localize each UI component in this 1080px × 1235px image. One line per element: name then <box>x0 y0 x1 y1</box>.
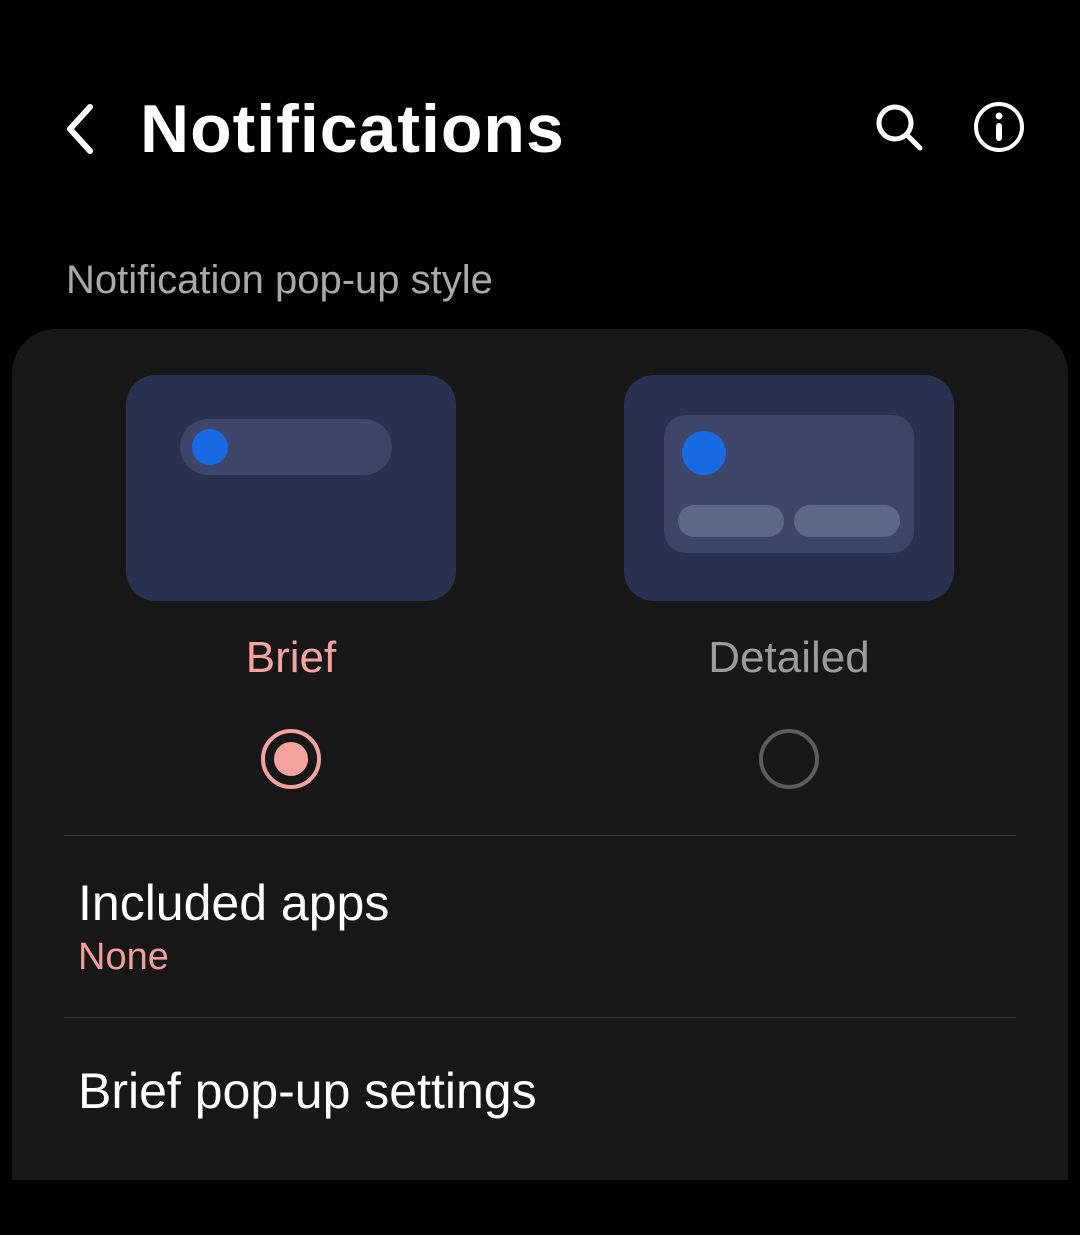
header-bar: Notifications <box>0 0 1080 208</box>
search-icon[interactable] <box>872 100 926 159</box>
included-apps-item[interactable]: Included apps None <box>12 836 1068 1017</box>
section-header-popup-style: Notification pop-up style <box>0 208 1080 329</box>
radio-detailed[interactable] <box>759 729 819 789</box>
included-apps-title: Included apps <box>78 874 1068 932</box>
preview-dot-icon <box>682 431 726 475</box>
detailed-preview-box <box>664 415 914 553</box>
style-label-brief: Brief <box>246 633 336 683</box>
page-title: Notifications <box>140 90 832 168</box>
preview-bar <box>678 505 784 537</box>
style-label-detailed: Detailed <box>708 633 869 683</box>
brief-popup-settings-title: Brief pop-up settings <box>78 1062 1068 1120</box>
detailed-preview <box>624 375 954 601</box>
brief-preview <box>126 375 456 601</box>
settings-screen: Notifications Notification pop-up style <box>0 0 1080 1235</box>
style-option-detailed[interactable]: Detailed <box>579 375 999 789</box>
preview-bar <box>794 505 900 537</box>
header-actions <box>872 100 1026 159</box>
info-icon[interactable] <box>972 100 1026 159</box>
brief-preview-pill <box>180 419 392 475</box>
brief-popup-settings-item[interactable]: Brief pop-up settings <box>12 1018 1068 1180</box>
style-option-brief[interactable]: Brief <box>81 375 501 789</box>
preview-dot-icon <box>192 429 228 465</box>
popup-style-selector: Brief Detailed <box>12 375 1068 835</box>
radio-brief[interactable] <box>261 729 321 789</box>
included-apps-value: None <box>78 936 1068 979</box>
settings-card: Brief Detailed Included apps <box>12 329 1068 1180</box>
back-icon[interactable] <box>60 101 100 157</box>
